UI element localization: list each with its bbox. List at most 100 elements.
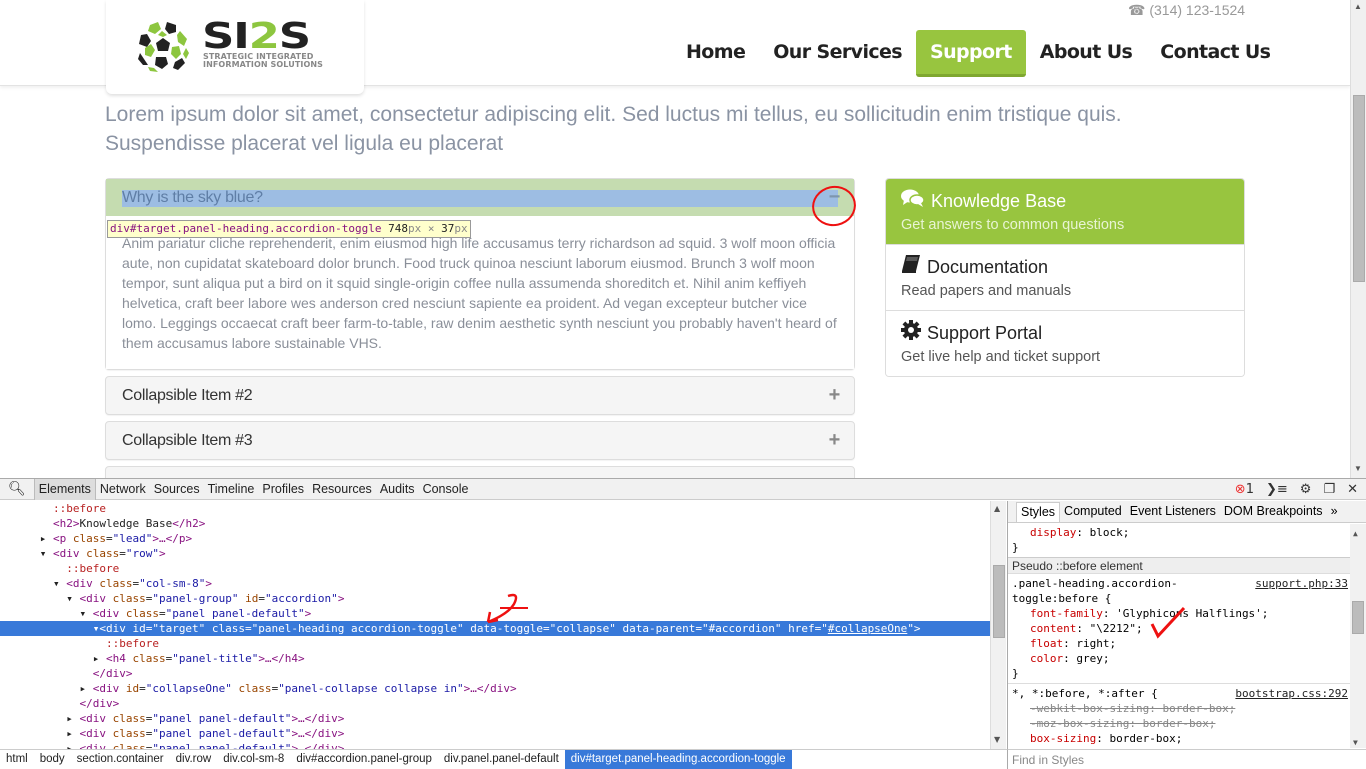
dom-line[interactable]: ▾ <div class="panel-group" id="accordion… <box>0 591 990 606</box>
page-scroll-thumb[interactable] <box>1353 95 1365 282</box>
prop-value: border-box; <box>1142 717 1216 730</box>
href-link[interactable]: #collapseOne <box>828 622 907 635</box>
styles-scrollbar[interactable]: ▲ ▼ <box>1350 524 1366 748</box>
style-property-overridden[interactable]: -moz-box-sizing: border-box; <box>1012 716 1362 731</box>
nav-support[interactable]: Support <box>916 30 1026 77</box>
style-property[interactable]: display: block; <box>1012 525 1362 540</box>
error-counter[interactable]: ⊗1 <box>1235 482 1254 497</box>
plus-icon[interactable]: + <box>829 422 841 459</box>
dom-line[interactable]: ::before <box>0 561 990 576</box>
dom-line[interactable]: </div> <box>0 696 990 711</box>
kb-item-documentation[interactable]: Documentation Read papers and manuals <box>886 244 1244 310</box>
source-link[interactable]: support.php:33 <box>1255 576 1348 591</box>
find-in-styles-input[interactable]: Find in Styles <box>1007 749 1366 769</box>
dom-line[interactable]: ::before <box>0 636 990 651</box>
dom-line[interactable]: ▸ <div class="panel panel-default">…</di… <box>0 741 990 749</box>
dom-line[interactable]: ▸ <div class="panel panel-default">…</di… <box>0 726 990 741</box>
dom-line[interactable]: ▸ <h4 class="panel-title">…</h4> <box>0 651 990 666</box>
logo-wordmark[interactable]: SI2S <box>202 19 311 55</box>
tab-event-listeners[interactable]: Event Listeners <box>1126 502 1220 522</box>
selected-node-markup: <div id="target" class="panel-heading ac… <box>99 622 828 635</box>
tab-console[interactable]: Console <box>419 479 473 500</box>
soccer-ball-logo-icon[interactable] <box>134 17 192 75</box>
attr-value: "panel-collapse collapse in" <box>278 682 464 695</box>
plus-icon[interactable]: + <box>829 467 841 478</box>
breadcrumb-item[interactable]: html <box>0 750 34 769</box>
scroll-down-arrow-icon[interactable]: ▼ <box>1353 735 1358 749</box>
dom-line[interactable]: </div> <box>0 666 990 681</box>
tab-elements[interactable]: Elements <box>33 478 96 500</box>
dom-scroll-thumb[interactable] <box>993 565 1005 638</box>
accordion-heading-4[interactable]: Collapsible Item #4 + <box>106 467 854 478</box>
search-icon[interactable]: 🔍︎ <box>0 481 34 497</box>
dom-line-selected[interactable]: ▾<div id="target" class="panel-heading a… <box>0 621 990 636</box>
accordion-heading-3[interactable]: Collapsible Item #3 + <box>106 422 854 459</box>
breadcrumb-item-active[interactable]: div#target.panel-heading.accordion-toggl… <box>564 750 792 769</box>
close-icon[interactable]: ✕ <box>1347 482 1358 497</box>
style-property[interactable]: color: grey; <box>1012 651 1362 666</box>
scroll-up-arrow-icon[interactable]: ▲ <box>1354 2 1362 11</box>
kb-item-support-portal[interactable]: Support Portal Get live help and ticket … <box>886 310 1244 376</box>
scroll-down-arrow-icon[interactable]: ▼ <box>1354 464 1362 473</box>
dom-line[interactable]: ▸ <div class="panel panel-default">…</di… <box>0 711 990 726</box>
breadcrumb-item[interactable]: div.col-sm-8 <box>217 750 290 769</box>
error-count: 1 <box>1245 482 1254 497</box>
tab-computed[interactable]: Computed <box>1060 502 1126 522</box>
kb-subtitle: Read papers and manuals <box>901 283 1072 299</box>
nav-home[interactable]: Home <box>672 30 759 77</box>
rule-selector: toggle:before { <box>1012 592 1112 605</box>
dom-line[interactable]: ▸ <p class="lead">…</p> <box>0 531 990 546</box>
scroll-up-arrow-icon[interactable]: ▲ <box>994 504 1000 513</box>
dom-line[interactable]: ::before <box>0 501 990 516</box>
dom-tree-scrollbar[interactable]: ▲ ▼ <box>990 501 1006 749</box>
kb-item-knowledge-base[interactable]: Knowledge Base Get answers to common que… <box>886 179 1244 244</box>
tab-audits[interactable]: Audits <box>376 479 419 500</box>
breadcrumb-item[interactable]: div.panel.panel-default <box>438 750 565 769</box>
tag: > <box>304 607 312 620</box>
breadcrumb-item[interactable]: section.container <box>71 750 170 769</box>
inspect-tooltip: div#target.panel-heading.accordion-toggl… <box>107 220 471 238</box>
styles-scroll-thumb[interactable] <box>1352 601 1364 634</box>
attr-value: "col-sm-8" <box>139 577 206 590</box>
more-tabs-icon[interactable]: » <box>1327 502 1342 522</box>
breadcrumb-item[interactable]: body <box>34 750 71 769</box>
tag: <h2> <box>52 517 80 530</box>
tab-styles[interactable]: Styles <box>1016 502 1061 522</box>
tab-resources[interactable]: Resources <box>308 479 376 500</box>
style-property[interactable]: content: "\2212"; <box>1012 621 1362 636</box>
nav-our-services[interactable]: Our Services <box>759 30 916 77</box>
style-property-overridden[interactable]: -webkit-box-sizing: border-box; <box>1012 701 1362 716</box>
dom-line[interactable]: <h2>Knowledge Base</h2> <box>0 516 990 531</box>
scroll-down-arrow-icon[interactable]: ▼ <box>994 735 1000 744</box>
accordion-heading-2[interactable]: Collapsible Item #2 + <box>106 377 854 414</box>
accordion-heading-1[interactable]: Why is the sky blue? − <box>106 179 854 216</box>
tooltip-selector: #target.panel-heading.accordion-toggle <box>129 222 382 235</box>
scroll-up-arrow-icon[interactable]: ▲ <box>1353 526 1358 541</box>
dom-line[interactable]: ▾ <div class="row"> <box>0 546 990 561</box>
tab-timeline[interactable]: Timeline <box>204 479 259 500</box>
style-property[interactable]: float: right; <box>1012 636 1362 651</box>
tab-sources[interactable]: Sources <box>150 479 204 500</box>
attr: class <box>86 547 120 560</box>
source-link[interactable]: bootstrap.css:292 <box>1235 686 1348 701</box>
prop-value: 'Glyphicons Halflings'; <box>1116 607 1269 620</box>
page-scrollbar[interactable]: ▲ ▼ <box>1350 0 1366 478</box>
tab-network[interactable]: Network <box>96 479 150 500</box>
dom-line[interactable]: ▸ <div id="collapseOne" class="panel-col… <box>0 681 990 696</box>
tag: <p <box>52 532 73 545</box>
breadcrumb-item[interactable]: div#accordion.panel-group <box>290 750 438 769</box>
console-drawer-icon[interactable]: ❯≡ <box>1266 482 1288 497</box>
plus-icon[interactable]: + <box>829 377 841 414</box>
tab-profiles[interactable]: Profiles <box>258 479 308 500</box>
nav-contact-us[interactable]: Contact Us <box>1146 30 1284 77</box>
dock-icon[interactable]: ❐ <box>1323 482 1335 497</box>
gear-icon[interactable]: ⚙ <box>1300 482 1312 497</box>
tooltip-height: 37 <box>441 222 455 235</box>
style-property[interactable]: box-sizing: border-box; <box>1012 731 1362 746</box>
dom-line[interactable]: ▾ <div class="panel panel-default"> <box>0 606 990 621</box>
breadcrumb-item[interactable]: div.row <box>170 750 218 769</box>
nav-about-us[interactable]: About Us <box>1026 30 1147 77</box>
dom-line[interactable]: ▾ <div class="col-sm-8"> <box>0 576 990 591</box>
style-property[interactable]: font-family: 'Glyphicons Halflings'; <box>1012 606 1362 621</box>
tab-dom-breakpoints[interactable]: DOM Breakpoints <box>1220 502 1327 522</box>
